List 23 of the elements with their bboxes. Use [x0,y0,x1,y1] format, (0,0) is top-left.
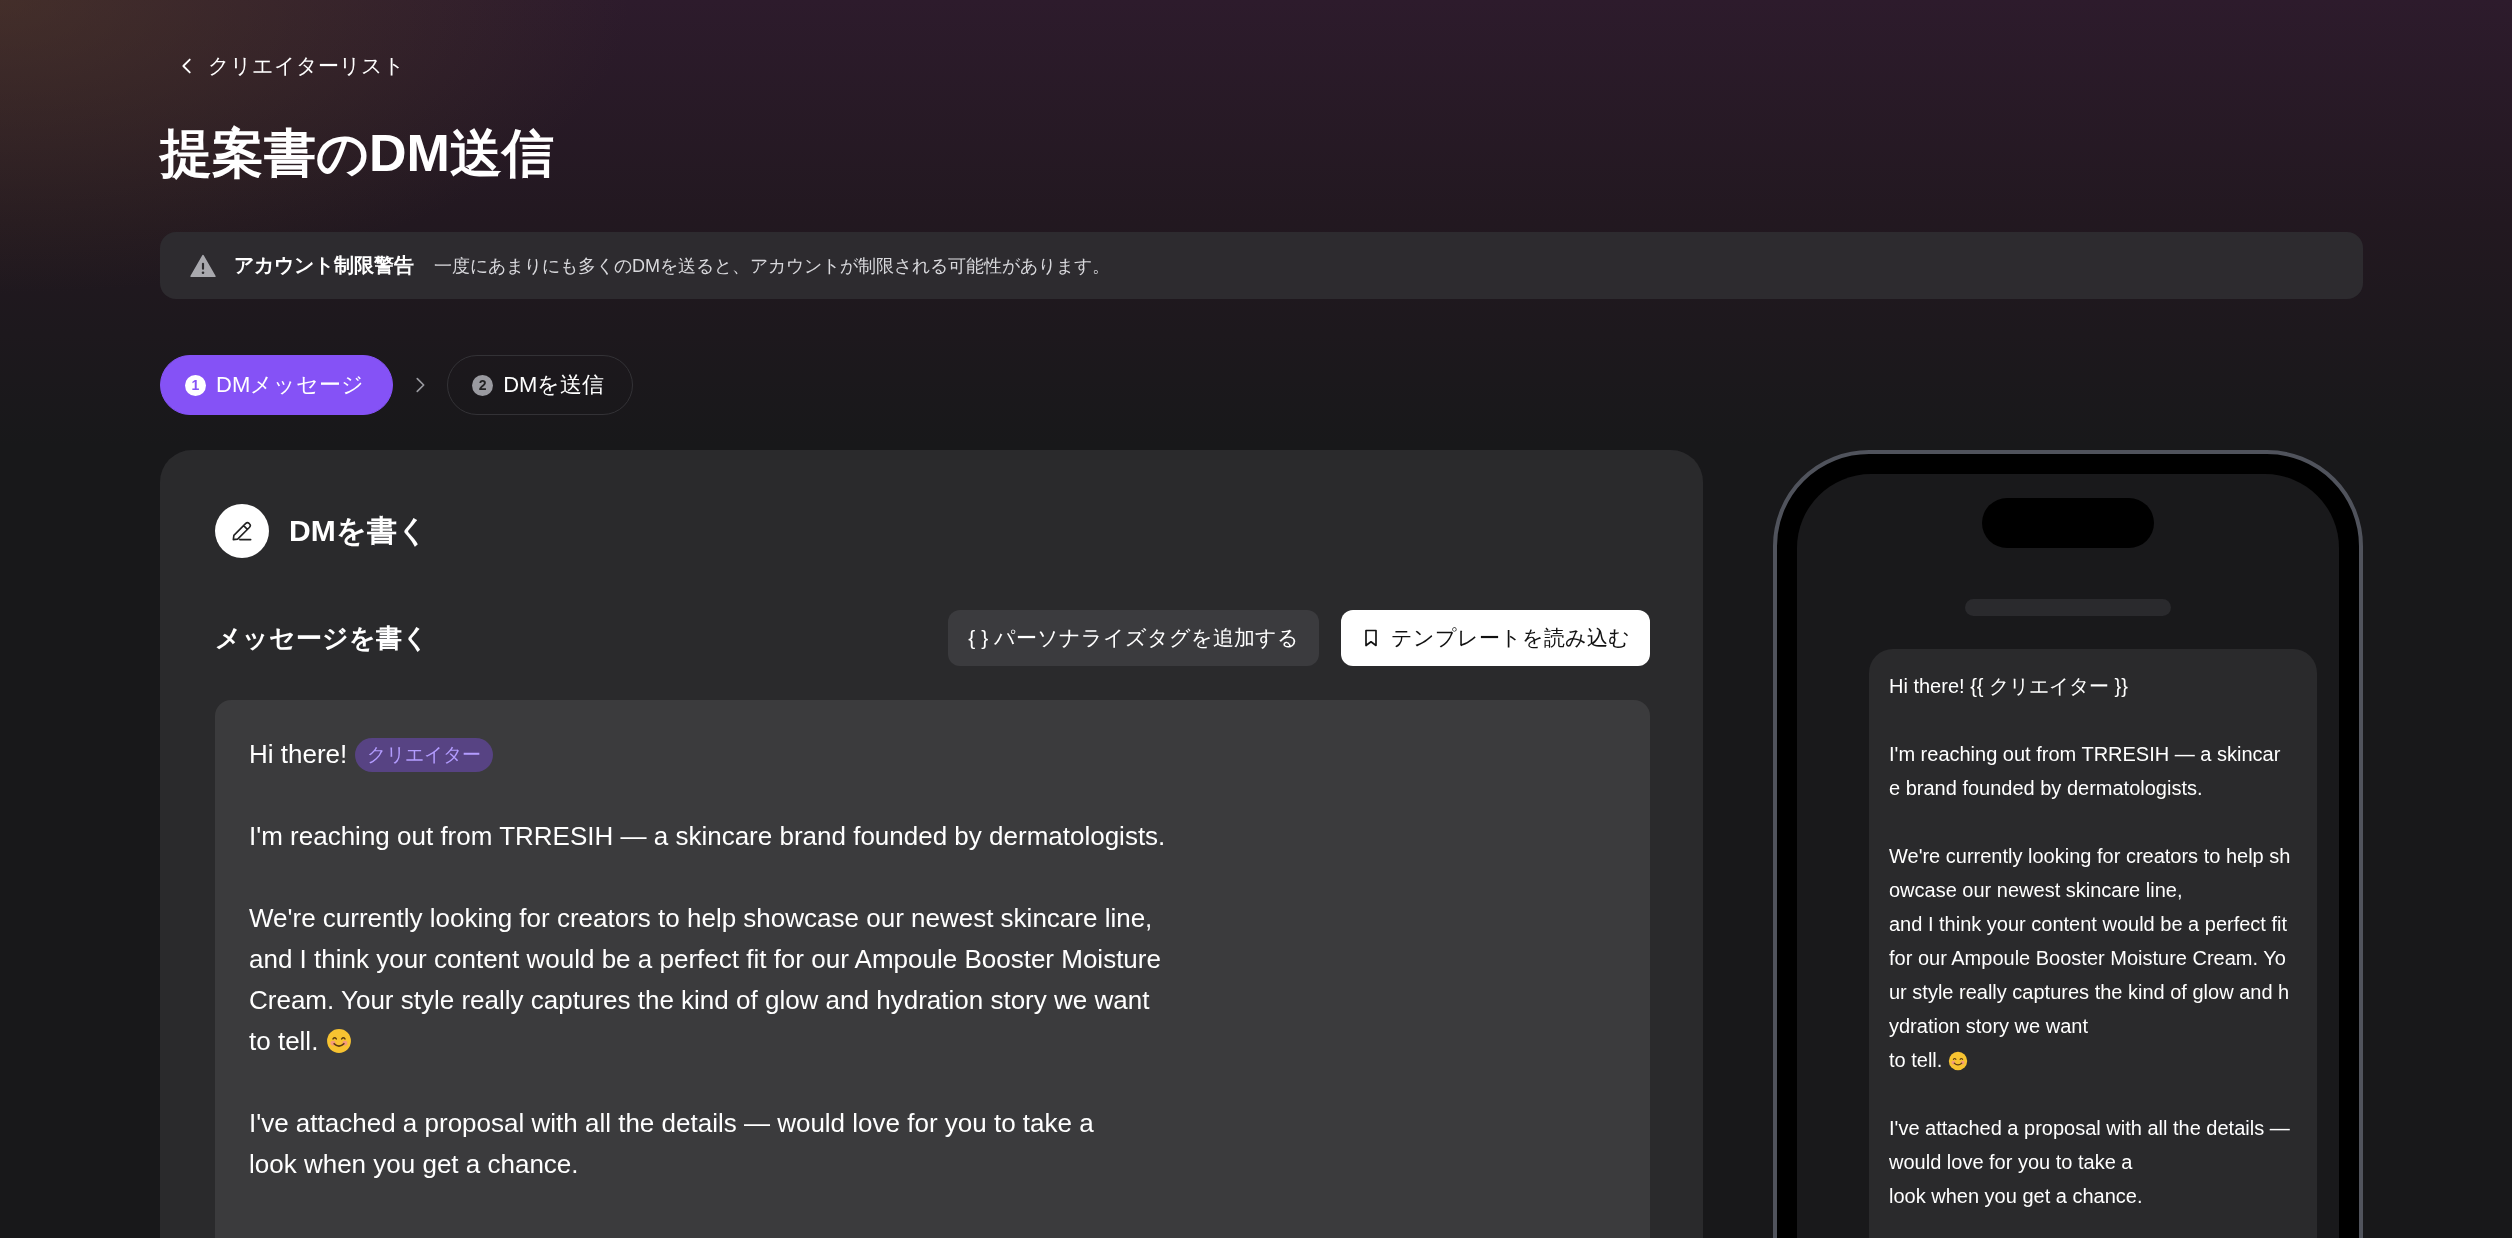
step-number: 2 [472,374,494,396]
message-paragraph: I've attached a proposal with all the details — would love for you to take a look when you get a chance. [249,1107,1095,1182]
card-title: DMを書く [289,512,428,549]
back-link[interactable]: クリエイターリスト [176,52,405,80]
section-title: メッセージを書く [215,621,429,655]
warning-icon [190,252,216,279]
preview-paragraph: I've attached a proposal with all the details — would love for you to take a look when you get a chance. [1889,1116,2291,1210]
preview-paragraph: Hi there! {{ クリエイター }} [1889,674,2129,700]
add-tag-button[interactable]: { } パーソナライズタグを追加する [948,610,1319,667]
warning-message: 一度にあまりにも多くのDMを送ると、アカウントが制限される可能性があります。 [434,254,1110,278]
pencil-icon [215,504,269,559]
message-paragraph: I'm reaching out from TRRESIH — a skincare brand founded by dermatologists. [249,820,1167,854]
personalize-tag: クリエイター [355,737,494,772]
preview-paragraph: We're currently looking for creators to help showcase our newest skincare line, and I think your content would be a perfect fit for our Ampoule Booster Moisture Cream. Your style really captures the kind of glow and hydration story we want to tell. [1889,844,2291,1074]
load-template-button[interactable]: テンプレートを読み込む [1341,610,1650,667]
message-editor[interactable] [215,700,1650,1238]
message-text: Hi there! [249,739,348,771]
step-tab[interactable]: 1 DMメッセージ [160,355,394,416]
message-paragraph: We're currently looking for creators to help showcase our newest skincare line, and I think your content would be a perfect fit for our Ampoule Booster Moisture Cream. Your style really captures the kind of glow and hydration story we want to tell. [249,902,1162,1059]
preview-paragraph: I'm reaching out from TRRESIH — a skincare brand founded by dermatologists. [1889,742,2282,802]
page-title: 提案書のDM送信 [160,123,555,184]
step-number: 1 [185,374,206,396]
warning-title: アカウント制限警告 [234,253,414,279]
